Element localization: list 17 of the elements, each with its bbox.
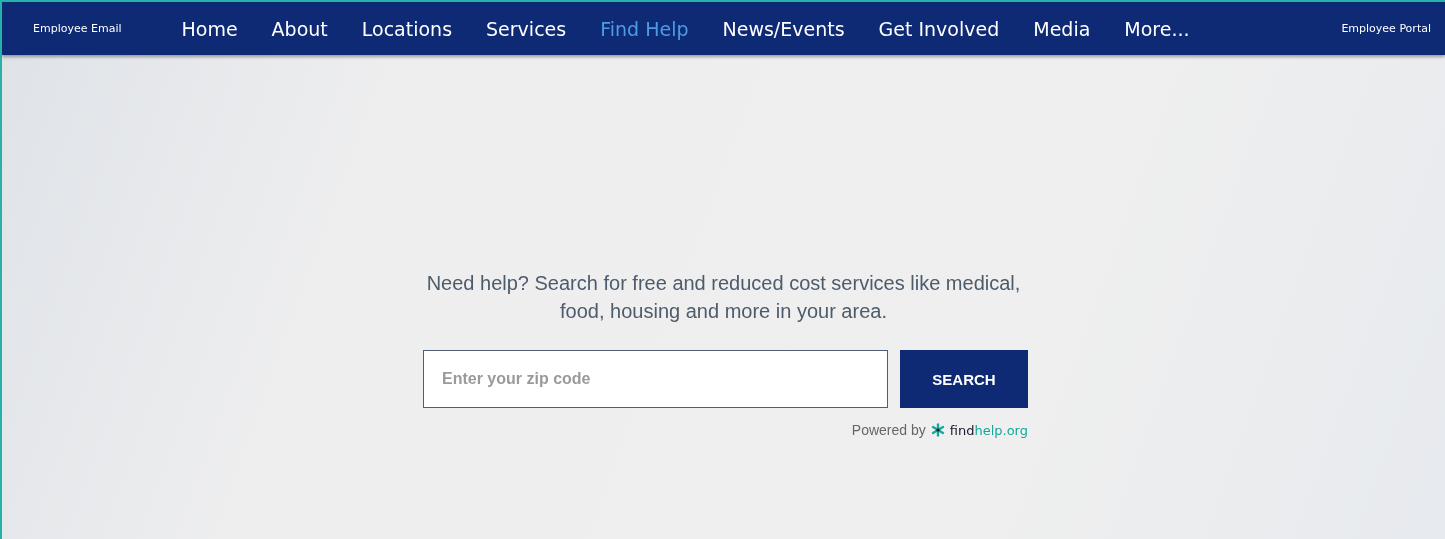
zip-code-field[interactable]: Enter your zip code [423, 350, 888, 408]
employee-portal-link[interactable]: Employee Portal [1341, 22, 1431, 35]
nav-link[interactable]: Locations [361, 17, 453, 40]
employee-email-link[interactable]: Employee Email [33, 22, 122, 35]
nav-link[interactable]: Home [181, 17, 238, 40]
nav-link[interactable]: More... [1124, 17, 1190, 40]
nav-link[interactable]: Media [1033, 17, 1091, 40]
powered-by-text: Powered by [851, 422, 926, 438]
findhelp-logo-text[interactable]: findhelp.org [949, 422, 1028, 438]
search-button[interactable]: SEARCH [900, 350, 1028, 408]
intro-text: Need help? Search for free and reduced cost services like medical, food, housing and more in your area. [425, 271, 1022, 324]
nav-link[interactable]: About [271, 17, 328, 40]
nav-link[interactable]: Services [486, 17, 567, 40]
asterisk-icon [930, 423, 945, 437]
nav-link[interactable]: Find Help [600, 17, 689, 40]
nav-link[interactable]: News/Events [722, 17, 845, 40]
nav-link[interactable]: Get Involved [878, 17, 1000, 40]
